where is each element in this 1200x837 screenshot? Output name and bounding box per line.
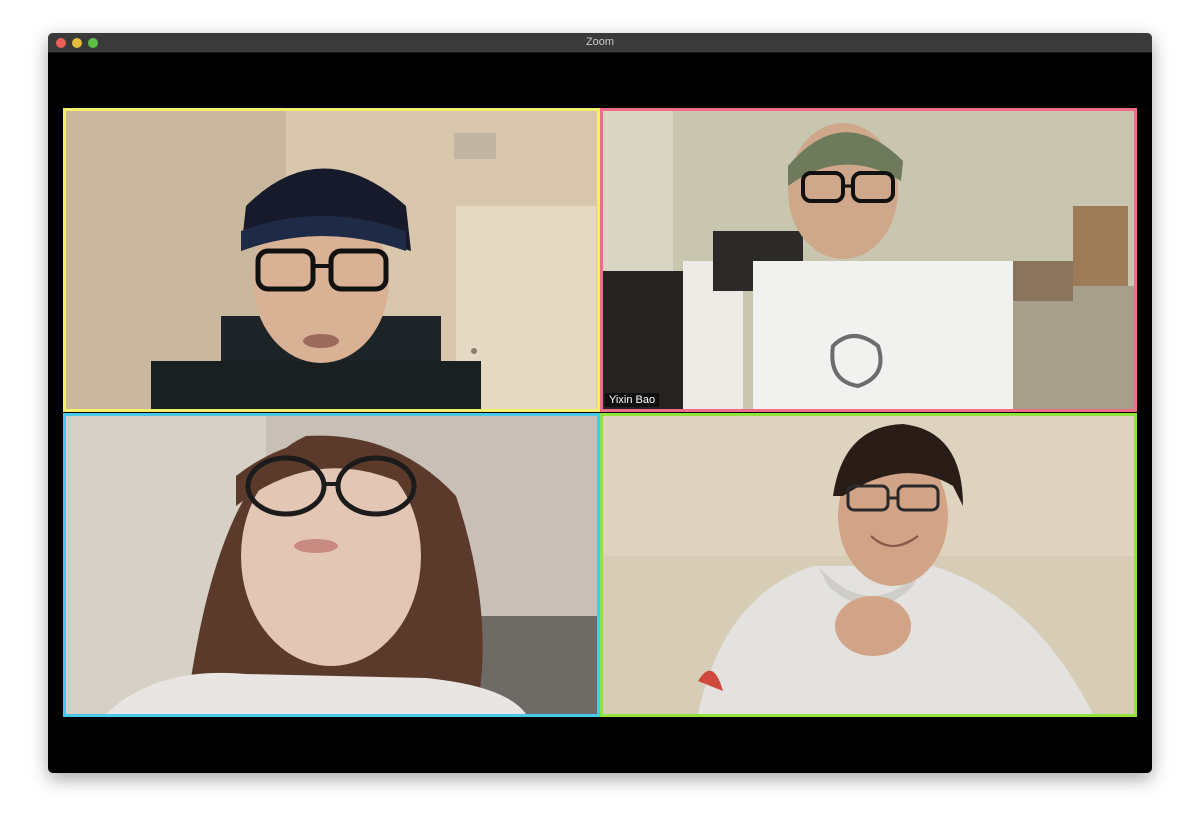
video-tile-3[interactable] xyxy=(63,413,600,717)
video-feed-1 xyxy=(66,111,597,409)
participant-name-2: Yixin Bao xyxy=(605,393,660,407)
title-bar[interactable]: Zoom xyxy=(48,33,1152,53)
video-feed-2 xyxy=(603,111,1134,409)
video-tile-2[interactable]: Yixin Bao xyxy=(600,108,1137,412)
video-tile-4[interactable] xyxy=(600,413,1137,717)
window-title: Zoom xyxy=(585,36,615,48)
video-feed-3 xyxy=(66,416,597,714)
video-tile-1[interactable] xyxy=(63,108,600,412)
zoom-window: Zoom Yixin Bao xyxy=(48,33,1152,773)
video-feed-4 xyxy=(603,416,1134,714)
